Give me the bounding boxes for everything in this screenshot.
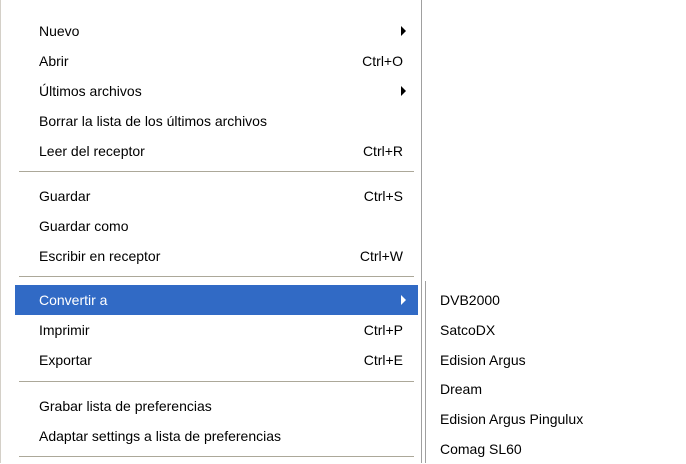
menu-item-label: Últimos archivos [39, 83, 142, 99]
menu-item-escribir-receptor[interactable]: Escribir en receptor Ctrl+W [15, 241, 418, 271]
menu-item-label: Guardar [39, 188, 91, 204]
submenu-item-satcodx[interactable]: SatcoDX [440, 315, 680, 345]
menu-item-label: Imprimir [39, 322, 90, 338]
menu-item-imprimir[interactable]: Imprimir Ctrl+P [15, 315, 418, 345]
menu-item-shortcut: Ctrl+S [363, 188, 403, 204]
menu-separator [19, 276, 414, 277]
menu-item-label: Grabar lista de preferencias [39, 398, 212, 414]
menu-item-label: Nuevo [39, 23, 80, 39]
submenu-item-comag-sl60[interactable]: Comag SL60 [440, 434, 680, 464]
submenu-item-label: Edision Argus Pingulux [440, 411, 584, 427]
menu-item-label: Exportar [39, 352, 92, 368]
menu-item-shortcut: Ctrl+R [362, 143, 403, 159]
submenu-item-label: Dream [440, 381, 483, 397]
menu-item-label: Abrir [39, 53, 69, 69]
submenu-item-dream[interactable]: Dream [440, 374, 680, 404]
submenu-arrow-icon [401, 295, 406, 305]
menu-separator [19, 456, 414, 457]
menu-item-ultimos-archivos[interactable]: Últimos archivos [15, 76, 418, 106]
menu-item-shortcut: Ctrl+P [363, 322, 403, 338]
menu-item-convertir-a[interactable]: Convertir a [15, 285, 418, 315]
menu-item-abrir[interactable]: Abrir Ctrl+O [15, 46, 418, 76]
menu-item-guardar-como[interactable]: Guardar como [15, 211, 418, 241]
menu-item-label: Leer del receptor [39, 143, 145, 159]
menu-item-label: Escribir en receptor [39, 248, 161, 264]
menu-item-label: Borrar la lista de los últimos archivos [39, 113, 267, 129]
submenu-item-label: DVB2000 [440, 292, 500, 308]
file-menu: Nuevo Abrir Ctrl+O Últimos archivos Borr… [0, 0, 422, 463]
submenu-item-edision-argus[interactable]: Edision Argus [440, 345, 680, 375]
menu-item-borrar-lista[interactable]: Borrar la lista de los últimos archivos [15, 106, 418, 136]
submenu-item-label: Edision Argus [440, 352, 526, 368]
menu-item-grabar-preferencias[interactable]: Grabar lista de preferencias [15, 391, 418, 421]
menu-item-shortcut: Ctrl+E [363, 352, 403, 368]
menu-item-exportar[interactable]: Exportar Ctrl+E [15, 345, 418, 375]
menu-item-leer-receptor[interactable]: Leer del receptor Ctrl+R [15, 136, 418, 166]
submenu-arrow-icon [401, 26, 406, 36]
menu-item-adaptar-settings[interactable]: Adaptar settings a lista de preferencias [15, 421, 418, 451]
menu-item-label: Convertir a [39, 292, 108, 308]
menu-item-shortcut: Ctrl+O [362, 53, 403, 69]
menu-separator [19, 171, 414, 172]
menu-separator [19, 381, 414, 382]
submenu-arrow-icon [401, 86, 406, 96]
submenu-item-label: Comag SL60 [440, 441, 522, 457]
menu-item-shortcut: Ctrl+W [359, 248, 403, 264]
menu-item-label: Adaptar settings a lista de preferencias [39, 428, 282, 444]
convertir-submenu: DVB2000 SatcoDX Edision Argus Dream Edis… [425, 281, 686, 463]
submenu-item-dvb2000[interactable]: DVB2000 [440, 285, 680, 315]
menu-item-nuevo[interactable]: Nuevo [15, 16, 418, 46]
menu-item-guardar[interactable]: Guardar Ctrl+S [15, 181, 418, 211]
menu-item-label: Guardar como [39, 218, 129, 234]
submenu-item-edision-argus-pingulux[interactable]: Edision Argus Pingulux [440, 404, 680, 434]
submenu-item-label: SatcoDX [440, 322, 496, 338]
